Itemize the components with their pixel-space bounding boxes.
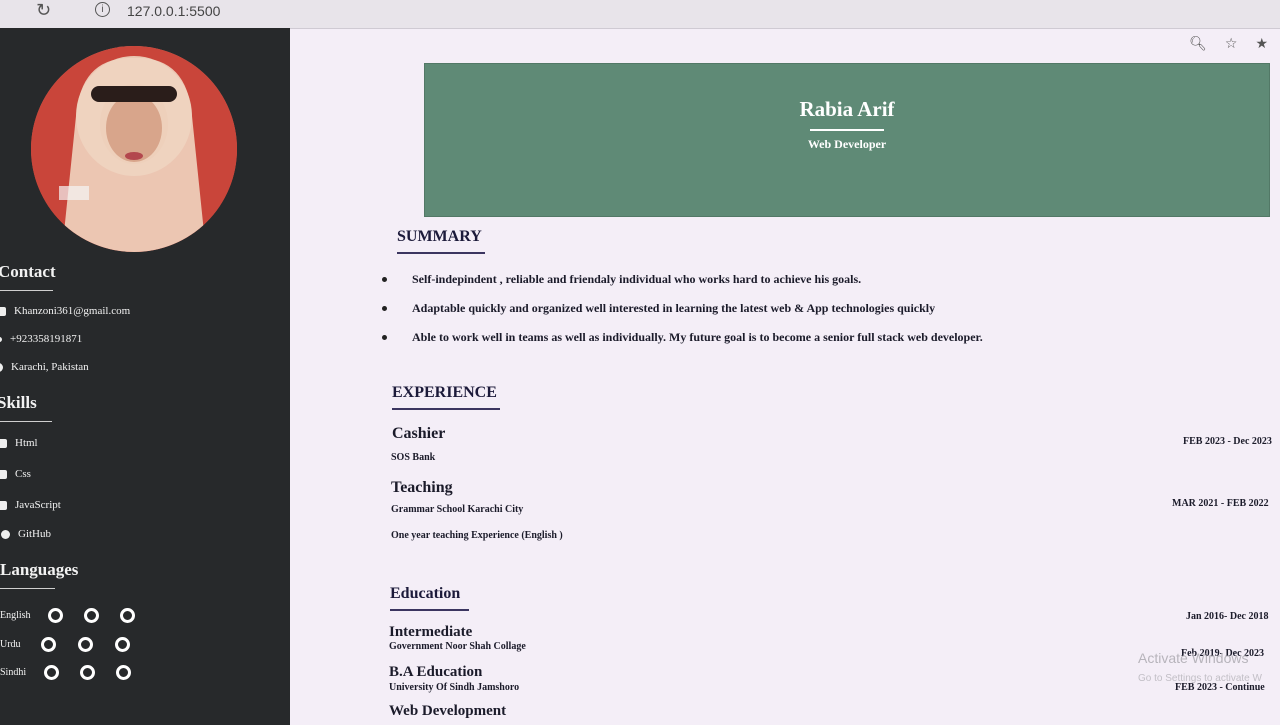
phone-icon (0, 336, 2, 342)
language-rating (44, 665, 131, 680)
language-rating (48, 608, 135, 623)
job-note: One year teaching Experience (English ) (391, 530, 563, 541)
heading-underline (397, 252, 485, 254)
skill-item: GitHub (1, 528, 51, 540)
reload-icon[interactable]: ↻ (36, 0, 51, 21)
education-org: University Of Sindh Jamshoro (389, 682, 520, 693)
profile-photo (31, 46, 237, 252)
job-org: Grammar School Karachi City (391, 504, 524, 515)
profile-name: Rabia Arif (799, 97, 895, 121)
site-info-icon[interactable]: i (95, 2, 110, 17)
sidebar: Contact Khanzoni361@gmail.com +923358191… (0, 28, 290, 725)
github-icon (1, 529, 10, 539)
profile-header: Rabia Arif Web Developer (424, 63, 1270, 217)
summary-item: Adaptable quickly and organized well int… (382, 301, 983, 330)
browser-actions: 🔍︎ ☆ ★ (1189, 36, 1268, 52)
html-icon (0, 438, 7, 448)
education-title: Web Development (389, 703, 507, 719)
summary-item: Self-indepindent , reliable and friendal… (382, 272, 983, 301)
heading-underline (392, 408, 500, 410)
job-title: Cashier (392, 425, 446, 442)
experience-heading: EXPERIENCE (392, 384, 500, 410)
bookmark-star-icon[interactable]: ☆ (1225, 36, 1238, 52)
contact-phone[interactable]: +923358191871 (0, 333, 82, 345)
javascript-icon (0, 500, 7, 510)
job-date: MAR 2021 - FEB 2022 (1172, 498, 1269, 509)
reading-list-icon[interactable]: ★ (1255, 36, 1268, 52)
css-icon (0, 469, 7, 479)
rating-dot (48, 608, 63, 623)
summary-list: Self-indepindent , reliable and friendal… (382, 272, 983, 359)
contact-heading: Contact (0, 262, 56, 291)
rating-dot (115, 637, 130, 652)
rating-dot (120, 608, 135, 623)
job-date: FEB 2023 - Dec 2023 (1183, 436, 1272, 447)
education-title: Intermediate (389, 624, 473, 640)
rating-dot (116, 665, 131, 680)
rating-dot (41, 637, 56, 652)
summary-item: Able to work well in teams as well as in… (382, 330, 983, 359)
heading-underline (390, 609, 469, 611)
language-item: English (0, 608, 135, 623)
skills-heading: Skills (0, 393, 52, 422)
contact-email[interactable]: Khanzoni361@gmail.com (0, 305, 130, 317)
rating-dot (84, 608, 99, 623)
profile-photo-illustration (31, 46, 237, 252)
language-rating (41, 637, 130, 652)
activation-watermark: Activate Windows (1138, 650, 1249, 666)
languages-heading: Languages (0, 560, 79, 589)
rating-dot (80, 665, 95, 680)
rating-dot (78, 637, 93, 652)
education-date: Jan 2016- Dec 2018 (1186, 611, 1269, 622)
browser-toolbar: ↻ i 127.0.0.1:5500 (0, 0, 1280, 29)
summary-heading: SUMMARY (397, 228, 485, 254)
job-org: SOS Bank (391, 452, 436, 463)
mail-icon (0, 306, 6, 316)
education-title: B.A Education (389, 664, 483, 680)
education-heading: Education (390, 585, 469, 611)
language-item: Sindhi (0, 665, 131, 680)
header-divider (810, 129, 884, 131)
zoom-icon[interactable]: 🔍︎ (1189, 36, 1207, 52)
address-bar[interactable]: 127.0.0.1:5500 (127, 3, 220, 19)
rating-dot (44, 665, 59, 680)
job-title: Teaching (391, 479, 453, 496)
education-org: Government Noor Shah Collage (389, 641, 526, 652)
language-item: Urdu (0, 637, 130, 652)
location-icon (0, 362, 3, 372)
activation-watermark-subtitle: Go to Settings to activate W (1138, 673, 1262, 684)
skill-item: Html (0, 437, 38, 449)
skill-item: JavaScript (0, 499, 61, 511)
profile-role: Web Developer (807, 137, 887, 151)
skill-item: Css (0, 468, 31, 480)
contact-location: Karachi, Pakistan (0, 361, 89, 373)
